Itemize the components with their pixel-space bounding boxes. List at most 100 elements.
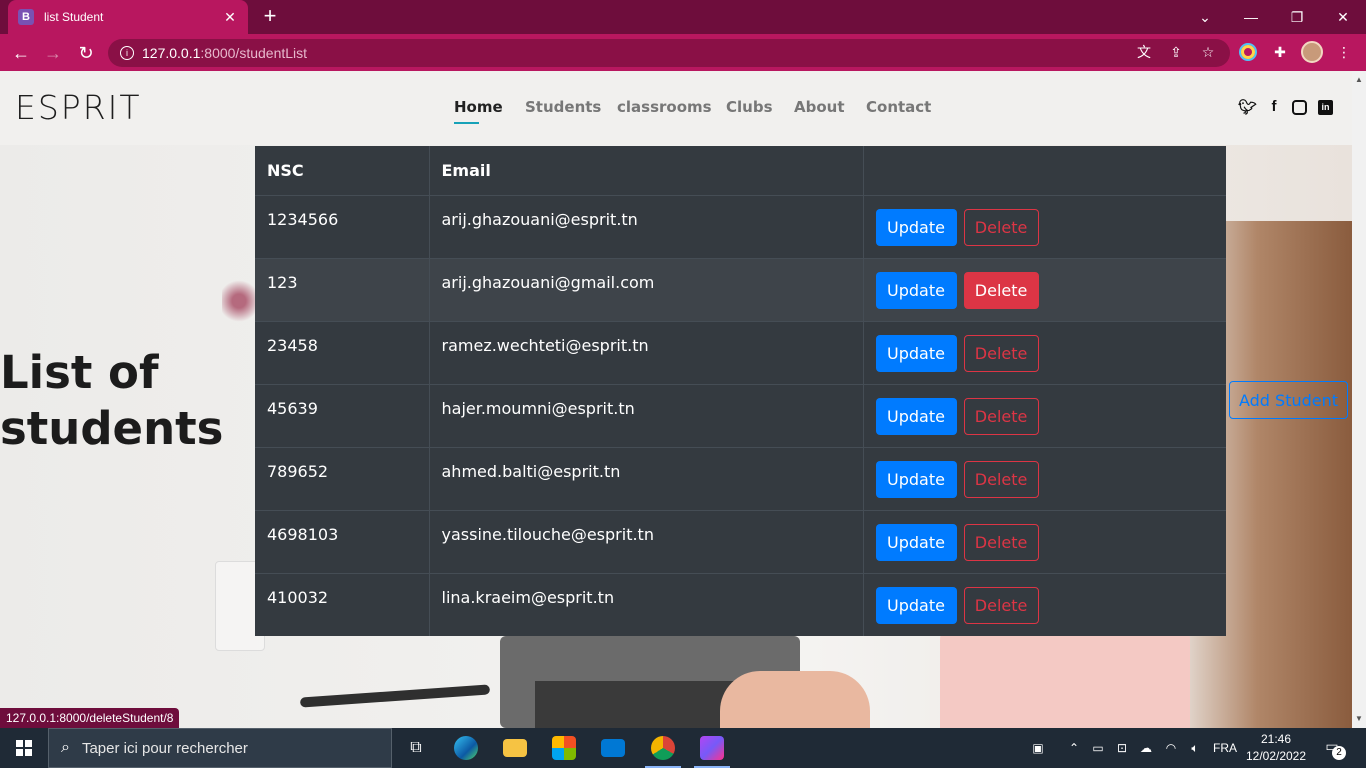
bootstrap-favicon-icon: B bbox=[18, 9, 34, 25]
onedrive-cloud-icon[interactable]: ☁ bbox=[1136, 728, 1156, 768]
add-student-button[interactable]: Add Student bbox=[1229, 381, 1348, 419]
cell-email: arij.ghazouani@esprit.tn bbox=[429, 194, 864, 258]
scroll-up-arrow-icon[interactable]: ▲ bbox=[1352, 73, 1366, 87]
table-row: 23458 ramez.wechteti@esprit.tn Update De… bbox=[255, 320, 1226, 384]
cell-actions: Update Delete bbox=[863, 509, 1226, 573]
cell-nsc: 1234566 bbox=[255, 194, 430, 258]
nav-home[interactable]: Home bbox=[454, 98, 503, 116]
browser-tab-bar: B list Student ✕ + ⌄ — ❐ ✕ bbox=[0, 0, 1366, 34]
notification-count-badge: 2 bbox=[1332, 746, 1346, 760]
cell-nsc: 23458 bbox=[255, 320, 430, 384]
back-arrow-icon[interactable]: ← bbox=[8, 40, 34, 66]
close-window-button[interactable]: ✕ bbox=[1320, 0, 1366, 34]
update-button[interactable]: Update bbox=[875, 586, 957, 624]
update-button[interactable]: Update bbox=[875, 208, 957, 246]
cell-actions: Update Delete bbox=[863, 194, 1226, 258]
windows-logo-icon bbox=[16, 740, 32, 756]
table-row: 4698103 yassine.tilouche@esprit.tn Updat… bbox=[255, 509, 1226, 573]
nav-classrooms[interactable]: classrooms bbox=[617, 98, 712, 116]
students-table-container: NSC Email 1234566 arij.ghazouani@esprit.… bbox=[255, 146, 1226, 636]
table-header-row: NSC Email bbox=[255, 146, 1226, 196]
meet-now-icon[interactable]: ▣ bbox=[1024, 728, 1052, 768]
wifi-icon[interactable]: ◠ bbox=[1160, 728, 1182, 768]
page-title-line-2: students bbox=[0, 402, 224, 455]
nav-clubs[interactable]: Clubs bbox=[726, 98, 773, 116]
nav-students[interactable]: Students bbox=[525, 98, 601, 116]
delete-button[interactable]: Delete bbox=[963, 586, 1039, 624]
notification-center-icon[interactable]: ▭ 2 bbox=[1320, 738, 1346, 760]
extension-color-icon[interactable] bbox=[1238, 42, 1258, 62]
show-hidden-icons-chevron[interactable]: ⌃ bbox=[1064, 728, 1084, 768]
extensions-puzzle-icon[interactable]: ✚ bbox=[1270, 42, 1290, 62]
delete-button[interactable]: Delete bbox=[963, 271, 1039, 309]
microsoft-store-icon[interactable] bbox=[542, 732, 586, 764]
close-tab-icon[interactable]: ✕ bbox=[222, 9, 238, 26]
update-button[interactable]: Update bbox=[875, 334, 957, 372]
search-icon: ⌕ bbox=[61, 739, 70, 756]
edge-browser-icon[interactable] bbox=[444, 732, 488, 764]
start-button[interactable] bbox=[0, 728, 48, 768]
browser-toolbar: ← → ↻ i 127.0.0.1:8000/studentList 文 ⇪ ☆… bbox=[0, 34, 1366, 71]
site-navbar: ESPRIT Home Students classrooms Clubs Ab… bbox=[0, 71, 1352, 145]
linkedin-icon[interactable]: in bbox=[1318, 100, 1333, 115]
table-row: 123 arij.ghazouani@gmail.com Update Dele… bbox=[255, 257, 1226, 321]
cell-email: ahmed.balti@esprit.tn bbox=[429, 446, 864, 510]
mail-icon[interactable] bbox=[591, 732, 635, 764]
table-row: 410032 lina.kraeim@esprit.tn Update Dele… bbox=[255, 572, 1226, 636]
delete-button[interactable]: Delete bbox=[963, 334, 1039, 372]
chrome-icon[interactable] bbox=[641, 732, 685, 768]
bookmark-star-icon[interactable]: ☆ bbox=[1198, 42, 1218, 62]
site-logo[interactable]: ESPRIT bbox=[15, 88, 142, 127]
cell-actions: Update Delete bbox=[863, 383, 1226, 447]
page-scrollbar[interactable] bbox=[1352, 71, 1366, 728]
nav-about[interactable]: About bbox=[794, 98, 845, 116]
table-row: 789652 ahmed.balti@esprit.tn Update Dele… bbox=[255, 446, 1226, 510]
cell-email: ramez.wechteti@esprit.tn bbox=[429, 320, 864, 384]
security-icon[interactable]: ⊡ bbox=[1112, 728, 1132, 768]
update-button[interactable]: Update bbox=[875, 460, 957, 498]
delete-button[interactable]: Delete bbox=[963, 208, 1039, 246]
address-bar[interactable]: i 127.0.0.1:8000/studentList bbox=[108, 39, 1230, 67]
instagram-icon[interactable] bbox=[1292, 100, 1307, 115]
twitter-icon[interactable]: 🐦︎ bbox=[1238, 98, 1257, 116]
delete-button[interactable]: Delete bbox=[963, 397, 1039, 435]
reload-icon[interactable]: ↻ bbox=[73, 40, 99, 66]
search-placeholder: Taper ici pour rechercher bbox=[81, 739, 248, 757]
header-actions bbox=[863, 146, 1226, 196]
volume-icon[interactable]: 🔈︎ bbox=[1184, 728, 1206, 768]
taskbar-clock[interactable]: 21:46 12/02/2022 bbox=[1244, 731, 1308, 765]
cell-actions: Update Delete bbox=[863, 257, 1226, 321]
update-button[interactable]: Update bbox=[875, 271, 957, 309]
tab-search-icon[interactable]: ⌄ bbox=[1182, 0, 1228, 34]
hand-decoration bbox=[720, 671, 870, 728]
update-button[interactable]: Update bbox=[875, 523, 957, 561]
cell-nsc: 123 bbox=[255, 257, 430, 321]
browser-tab[interactable]: B list Student ✕ bbox=[8, 0, 248, 34]
taskbar-search-box[interactable]: ⌕ Taper ici pour rechercher bbox=[48, 728, 392, 768]
phpstorm-icon[interactable] bbox=[690, 732, 734, 768]
file-explorer-icon[interactable] bbox=[493, 732, 537, 764]
update-button[interactable]: Update bbox=[875, 397, 957, 435]
minimize-button[interactable]: — bbox=[1228, 0, 1274, 34]
cell-email: lina.kraeim@esprit.tn bbox=[429, 572, 864, 636]
site-info-icon[interactable]: i bbox=[120, 46, 134, 60]
page-title-line-1: List of bbox=[0, 346, 159, 399]
scroll-down-arrow-icon[interactable]: ▼ bbox=[1352, 712, 1366, 726]
delete-button[interactable]: Delete bbox=[963, 523, 1039, 561]
language-indicator[interactable]: FRA bbox=[1210, 728, 1240, 768]
task-view-icon[interactable]: ⧉ bbox=[394, 732, 438, 764]
forward-arrow-icon[interactable]: → bbox=[40, 40, 66, 66]
profile-avatar[interactable] bbox=[1301, 41, 1323, 63]
cell-actions: Update Delete bbox=[863, 320, 1226, 384]
flower-decoration bbox=[222, 271, 256, 331]
new-tab-button[interactable]: + bbox=[258, 4, 282, 28]
share-icon[interactable]: ⇪ bbox=[1166, 42, 1186, 62]
restore-button[interactable]: ❐ bbox=[1274, 0, 1320, 34]
translate-icon[interactable]: 文 bbox=[1134, 42, 1154, 62]
cell-actions: Update Delete bbox=[863, 572, 1226, 636]
nav-contact[interactable]: Contact bbox=[866, 98, 931, 116]
menu-kebab-icon[interactable]: ⋮ bbox=[1334, 42, 1354, 62]
facebook-icon[interactable]: f bbox=[1265, 98, 1283, 115]
delete-button[interactable]: Delete bbox=[963, 460, 1039, 498]
battery-icon[interactable]: ▭ bbox=[1088, 728, 1108, 768]
